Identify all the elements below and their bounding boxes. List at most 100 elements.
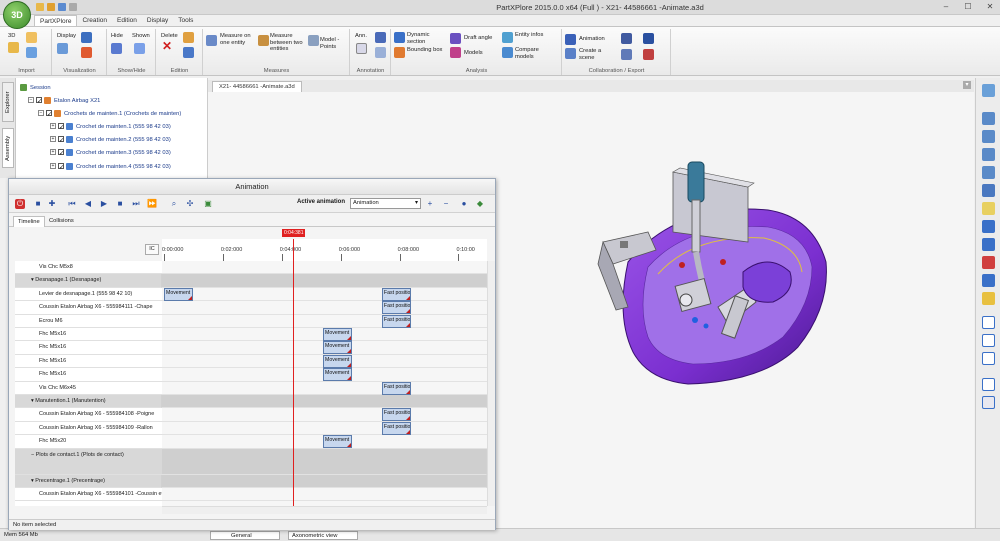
layout-quad-icon[interactable] bbox=[982, 352, 995, 365]
timeline-row[interactable]: Fhc M5x20 bbox=[15, 435, 162, 449]
shown-button[interactable]: Shown bbox=[132, 33, 150, 40]
tree-item-crochet-1[interactable]: + Crochet de mainten.1 (555 98 42 03) bbox=[50, 121, 171, 134]
tab-explorer[interactable]: Explorer bbox=[2, 82, 14, 122]
timeline-track[interactable] bbox=[162, 474, 487, 488]
animation-icon[interactable] bbox=[565, 34, 576, 45]
new-sequence-icon[interactable]: ■ bbox=[33, 199, 43, 209]
collapse-icon[interactable]: − bbox=[38, 110, 44, 117]
models-button[interactable]: Models bbox=[464, 50, 483, 57]
save-icon[interactable] bbox=[58, 3, 66, 11]
timeline-ruler[interactable]: 0:00:000 0:02:000 0:04:000 0:06:000 0:08:000… bbox=[162, 239, 487, 261]
timeline-track[interactable] bbox=[162, 422, 487, 436]
visibility-checkbox[interactable] bbox=[58, 162, 64, 174]
measure-one-icon[interactable] bbox=[206, 35, 217, 46]
timeline-horizontal-scrollbar[interactable] bbox=[162, 506, 487, 514]
timeline-track[interactable] bbox=[162, 448, 487, 475]
minimize-icon[interactable]: – bbox=[940, 2, 952, 12]
timeline-action-bar[interactable]: Fast positio bbox=[381, 381, 412, 395]
new-file-icon[interactable] bbox=[36, 3, 44, 11]
timeline-row[interactable]: Coussin Etalon Airbag X6 - 555984111 -Ch… bbox=[15, 301, 162, 315]
visibility-checkbox[interactable] bbox=[46, 109, 52, 121]
zoom-in-icon[interactable] bbox=[982, 112, 995, 125]
grid-icon[interactable] bbox=[982, 378, 995, 391]
timeline-action-bar[interactable]: Movement bbox=[323, 341, 353, 355]
timeline-action-bar[interactable]: Movement bbox=[164, 287, 194, 301]
timeline-row[interactable]: Vis Chc M5x8 bbox=[15, 261, 162, 275]
zoom-window-icon[interactable] bbox=[982, 148, 995, 161]
import-folder-icon[interactable] bbox=[26, 32, 37, 43]
record-icon[interactable]: ⏻ bbox=[15, 199, 25, 209]
timeline-row[interactable]: Coussin Etalon Airbag X6 - 555984109 -Ra… bbox=[15, 422, 162, 436]
export-video-icon[interactable]: ▣ bbox=[203, 199, 213, 209]
timeline-action-bar[interactable]: Fast positio bbox=[381, 314, 412, 328]
expand-icon[interactable]: + bbox=[50, 149, 56, 156]
prev-frame-icon[interactable]: ◀ bbox=[83, 199, 93, 209]
shown-icon[interactable] bbox=[134, 43, 145, 54]
tab-timeline[interactable]: Timeline bbox=[13, 216, 45, 227]
timeline-track[interactable] bbox=[162, 395, 487, 409]
export-icon[interactable] bbox=[621, 33, 632, 44]
timeline-track[interactable] bbox=[162, 274, 487, 288]
publish-icon[interactable] bbox=[643, 33, 654, 44]
tree-item-crochet-3[interactable]: + Crochet de mainten.3 (555 98 42 03) bbox=[50, 147, 171, 160]
timeline-group-row[interactable]: ▾ Desnapage.1 (Desnapage) bbox=[15, 274, 162, 288]
measure-one-entity-button[interactable]: Measure on one entity bbox=[220, 33, 256, 46]
text-abc-icon[interactable] bbox=[375, 47, 386, 58]
view-right-icon[interactable] bbox=[982, 256, 995, 269]
create-scene-button[interactable]: Create a scene bbox=[579, 48, 607, 61]
mode-select[interactable]: General bbox=[210, 531, 280, 540]
compare-models-icon[interactable] bbox=[502, 47, 513, 58]
timeline-row[interactable]: Coussin Etalon Airbag X6 - 555984101 -Co… bbox=[15, 488, 162, 502]
visibility-checkbox[interactable] bbox=[58, 122, 64, 134]
timeline-track[interactable] bbox=[162, 288, 487, 302]
stop-icon[interactable]: ■ bbox=[115, 199, 125, 209]
display-mode-icon[interactable] bbox=[57, 43, 68, 54]
close-icon[interactable]: ✕ bbox=[984, 2, 996, 12]
transform-icon[interactable] bbox=[183, 47, 194, 58]
timeline-vertical-scrollbar[interactable] bbox=[487, 261, 495, 506]
zoom-out-icon[interactable] bbox=[982, 130, 995, 143]
timeline-row[interactable]: Coussin Etalon Airbag X6 - 555984108 -Po… bbox=[15, 408, 162, 422]
display-button[interactable]: Display bbox=[57, 33, 76, 40]
create-scene-icon[interactable] bbox=[565, 48, 576, 59]
timeline-track[interactable] bbox=[162, 315, 487, 328]
models-icon[interactable] bbox=[450, 47, 461, 58]
add-icon[interactable]: ✚ bbox=[47, 199, 57, 209]
timeline-row[interactable]: Fhc M5x16 bbox=[15, 355, 162, 369]
bounding-box-button[interactable]: Bounding box bbox=[407, 47, 443, 54]
timeline-track[interactable] bbox=[162, 301, 487, 315]
tab-collisions[interactable]: Collisions bbox=[45, 216, 78, 227]
timeline-group-row[interactable]: ▾ Precentrage.1 (Precentrage) bbox=[15, 474, 162, 488]
remove-animation-icon[interactable]: − bbox=[441, 199, 451, 209]
animation-button[interactable]: Animation bbox=[579, 36, 605, 43]
ic-button[interactable]: IC bbox=[145, 244, 159, 255]
timeline-action-bar[interactable]: Fast positio bbox=[381, 408, 412, 422]
tab-edition[interactable]: Edition bbox=[112, 15, 142, 26]
visibility-checkbox[interactable] bbox=[58, 135, 64, 147]
draft-angle-button[interactable]: Draft angle bbox=[464, 35, 492, 42]
layout-single-icon[interactable] bbox=[982, 316, 995, 329]
draft-angle-icon[interactable] bbox=[450, 33, 461, 44]
timeline-action-bar[interactable]: Movement bbox=[323, 435, 353, 449]
viewport-tab[interactable]: X21- 44586661 -Animate.a3d bbox=[212, 81, 302, 92]
view-select[interactable]: Axonometric view bbox=[288, 531, 358, 540]
expand-icon[interactable]: + bbox=[50, 136, 56, 143]
zoom-timeline-icon[interactable]: ⌕ bbox=[169, 199, 179, 209]
rotate-icon[interactable] bbox=[982, 184, 995, 197]
tree-item-crochet-4[interactable]: + Crochet de mainten.4 (555 98 42 03) bbox=[50, 161, 171, 174]
time-cursor-label[interactable]: 0:04:381 bbox=[282, 229, 306, 237]
annotation-button[interactable]: Ann. bbox=[355, 33, 367, 40]
view-back-icon[interactable] bbox=[982, 274, 995, 287]
tab-display[interactable]: Display bbox=[142, 15, 173, 26]
zoom-fit-icon[interactable] bbox=[982, 84, 995, 97]
share-icon[interactable] bbox=[621, 49, 632, 60]
import-file-icon[interactable] bbox=[26, 47, 37, 58]
timeline-tracks[interactable]: Movement Fast positio Fast positio Fast pos… bbox=[162, 261, 487, 506]
hide-icon[interactable] bbox=[111, 43, 122, 54]
edit-icon[interactable] bbox=[183, 32, 194, 43]
timeline-action-bar[interactable]: Fast positio bbox=[381, 421, 412, 435]
axes-icon[interactable]: ✣ bbox=[185, 199, 195, 209]
timeline-row[interactable]: Fhc M5x16 bbox=[15, 328, 162, 342]
play-icon[interactable]: ▶ bbox=[99, 199, 109, 209]
timeline-action-bar[interactable]: Fast positio bbox=[381, 287, 412, 301]
